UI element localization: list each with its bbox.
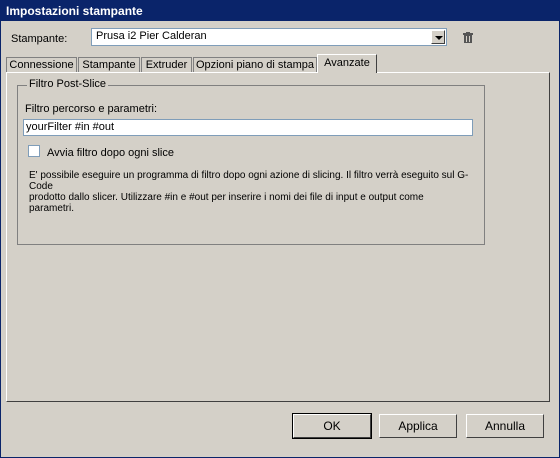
- run-filter-checkbox[interactable]: [28, 145, 40, 157]
- printer-select-value: Prusa i2 Pier Calderan: [96, 30, 207, 42]
- tab-connessione[interactable]: Connessione: [6, 57, 77, 72]
- printer-select[interactable]: Prusa i2 Pier Calderan: [91, 28, 447, 46]
- tab-avanzate[interactable]: Avanzate: [317, 54, 377, 73]
- printer-label: Stampante:: [11, 33, 68, 45]
- cancel-button[interactable]: Annulla: [466, 414, 544, 438]
- filter-description: E' possibile eseguire un programma di fi…: [29, 170, 469, 214]
- chevron-down-icon[interactable]: [431, 30, 445, 44]
- tab-extruder[interactable]: Extruder: [141, 57, 192, 72]
- window-title: Impostazioni stampante: [1, 1, 559, 21]
- group-title: Filtro Post-Slice: [27, 78, 109, 90]
- printer-settings-window: Impostazioni stampante Stampante: Prusa …: [0, 0, 560, 458]
- tab-stampante[interactable]: Stampante: [78, 57, 140, 72]
- ok-button[interactable]: OK: [293, 414, 371, 438]
- run-filter-label[interactable]: Avvia filtro dopo ogni slice: [47, 147, 174, 159]
- tab-opzioni-piano[interactable]: Opzioni piano di stampa: [193, 57, 317, 72]
- apply-button[interactable]: Applica: [379, 414, 457, 438]
- filter-field-label: Filtro percorso e parametri:: [25, 103, 158, 115]
- trash-icon[interactable]: [463, 32, 473, 43]
- filter-path-input[interactable]: yourFilter #in #out: [23, 119, 473, 136]
